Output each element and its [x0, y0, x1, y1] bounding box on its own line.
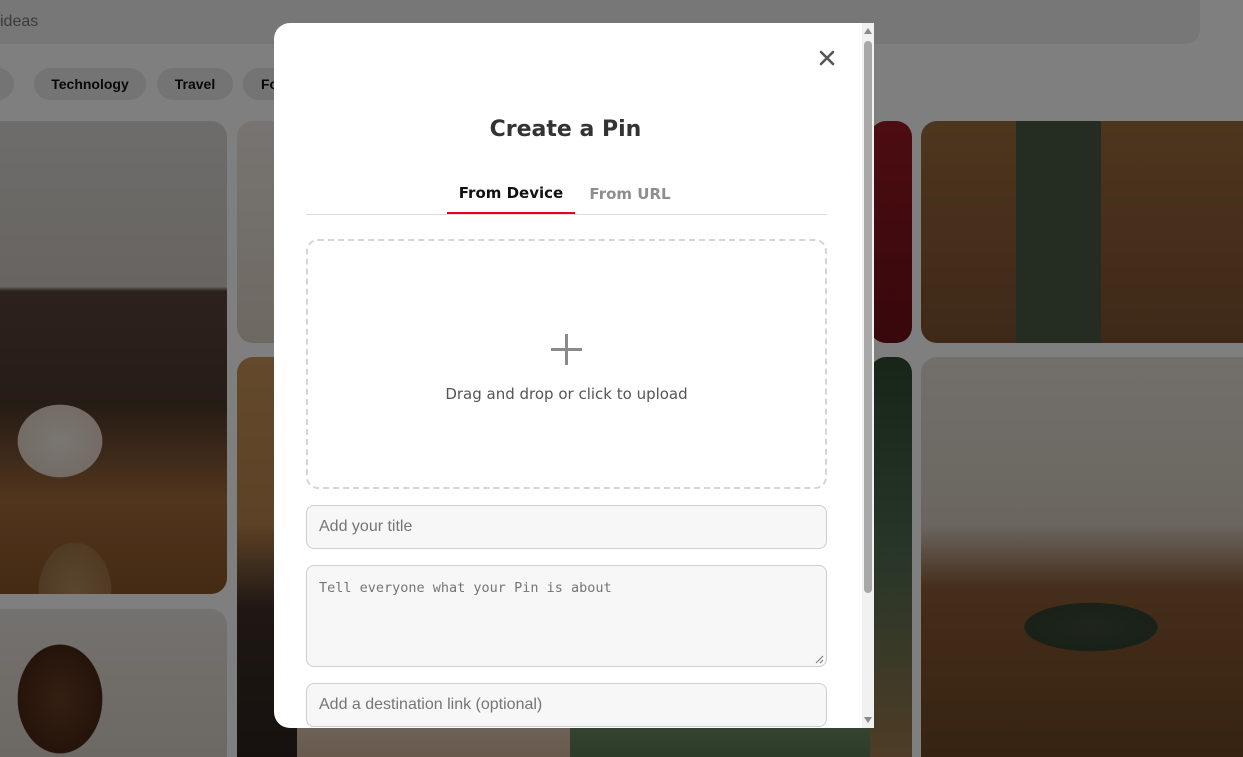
modal-content: Create a Pin From Device From URL Drag a… — [274, 23, 862, 728]
scroll-down-arrow-icon[interactable] — [864, 717, 872, 723]
title-placeholder: Add your title — [319, 518, 413, 535]
resize-grip-icon[interactable] — [815, 655, 824, 664]
title-input[interactable]: Add your title — [306, 505, 827, 549]
tab-from-url[interactable]: From URL — [586, 173, 674, 215]
plus-icon — [551, 334, 582, 365]
close-button[interactable] — [814, 45, 840, 71]
tab-from-device[interactable]: From Device — [447, 173, 575, 214]
modal-title: Create a Pin — [489, 117, 642, 142]
link-placeholder: Add a destination link (optional) — [319, 696, 543, 713]
create-pin-modal: Create a Pin From Device From URL Drag a… — [274, 23, 874, 728]
modal-scrollbar[interactable] — [862, 23, 874, 728]
upload-dropzone[interactable]: Drag and drop or click to upload — [306, 239, 827, 489]
upload-instructions: Drag and drop or click to upload — [445, 385, 688, 403]
scroll-up-arrow-icon[interactable] — [864, 28, 872, 34]
description-textarea[interactable]: Tell everyone what your Pin is about — [306, 565, 827, 667]
scrollbar-thumb[interactable] — [864, 41, 872, 593]
destination-link-input[interactable]: Add a destination link (optional) — [306, 683, 827, 727]
source-tabs: From Device From URL — [306, 173, 827, 215]
close-icon — [819, 50, 835, 66]
description-placeholder: Tell everyone what your Pin is about — [319, 580, 612, 596]
